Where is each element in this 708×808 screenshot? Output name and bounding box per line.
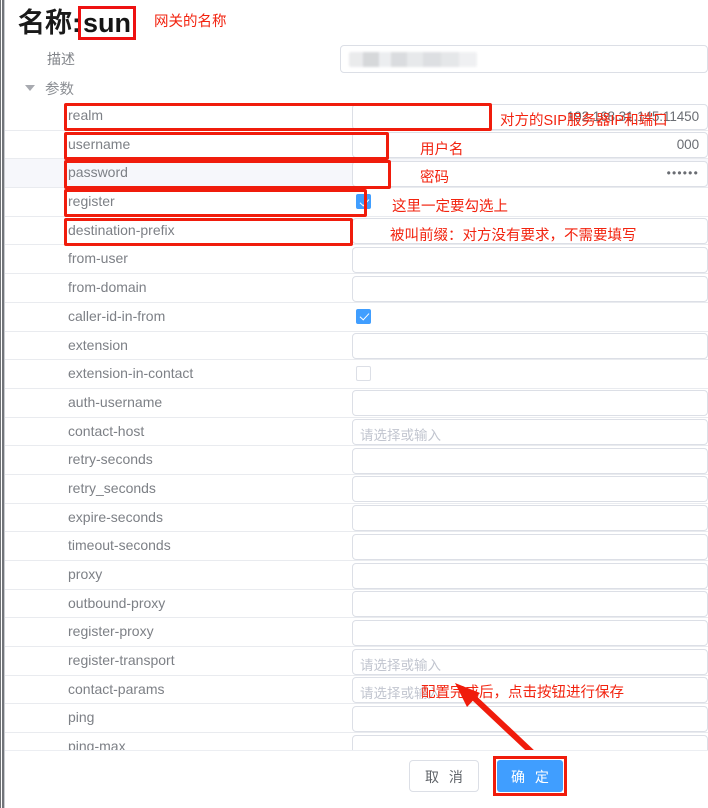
- param-label: caller-id-in-from: [68, 307, 166, 324]
- param-input[interactable]: [352, 734, 708, 750]
- annotation-text-destination-prefix: 被叫前缀：对方没有要求，不需要填写: [390, 228, 637, 244]
- param-input[interactable]: 000: [352, 132, 708, 159]
- gateway-config-dialog: 名称: sun 网关的名称 描述 参数 realm 192.168.31.145:…: [0, 0, 708, 808]
- annotation-text-password: 密码: [420, 170, 449, 186]
- param-label: expire-seconds: [68, 508, 163, 525]
- param-label: contact-host: [68, 422, 145, 439]
- param-row[interactable]: auth-username: [5, 389, 708, 418]
- param-label: outbound-proxy: [68, 594, 166, 611]
- param-label: auth-username: [68, 393, 163, 410]
- param-row[interactable]: outbound-proxy: [5, 590, 708, 619]
- param-input[interactable]: [352, 591, 708, 618]
- param-value: ••••••: [666, 165, 699, 180]
- annotation-text-realm: 对方的SIP服务器IP和端口: [500, 113, 668, 129]
- checkbox-checked[interactable]: [356, 194, 371, 210]
- cancel-button[interactable]: 取 消: [409, 760, 479, 792]
- page-title: 名称: sun 网关的名称: [18, 6, 227, 40]
- params-group-header[interactable]: 参数: [0, 76, 708, 102]
- param-label: retry_seconds: [68, 479, 156, 496]
- dialog-footer: 取 消 确 定: [5, 750, 708, 808]
- gateway-name-value: sun: [78, 6, 137, 40]
- param-label: retry-seconds: [68, 451, 153, 468]
- param-row[interactable]: register: [5, 188, 708, 217]
- param-input[interactable]: [352, 705, 708, 732]
- param-input[interactable]: ••••••: [352, 160, 708, 187]
- param-label: extension-in-contact: [68, 365, 194, 382]
- param-input[interactable]: [352, 619, 708, 646]
- param-row[interactable]: register-transport: [5, 647, 708, 676]
- redacted-description-text: [349, 52, 477, 67]
- description-row: 描述: [0, 45, 708, 75]
- parameter-list[interactable]: realm 192.168.31.145:11450 username 000 pass…: [5, 102, 708, 750]
- param-select[interactable]: [352, 648, 708, 675]
- param-label: username: [68, 135, 131, 152]
- page-title-label: 名称:: [18, 8, 81, 38]
- param-row[interactable]: register-proxy: [5, 618, 708, 648]
- gateway-name-annotation: 网关的名称: [154, 13, 227, 30]
- param-input[interactable]: [352, 476, 708, 503]
- param-input[interactable]: [352, 533, 708, 560]
- param-row[interactable]: proxy: [5, 561, 708, 590]
- param-input[interactable]: [352, 275, 708, 302]
- param-select[interactable]: [352, 419, 708, 446]
- param-label: ping-max: [68, 738, 126, 750]
- param-label: contact-params: [68, 680, 165, 697]
- annotation-text-username: 用户名: [420, 142, 464, 158]
- annotation-text-save: 配置完成后，点击按钮进行保存: [421, 685, 624, 701]
- param-row[interactable]: ping: [5, 704, 708, 734]
- param-label: proxy: [68, 566, 103, 582]
- param-row[interactable]: expire-seconds: [5, 504, 708, 533]
- param-input[interactable]: [352, 562, 708, 589]
- param-input[interactable]: [352, 333, 708, 359]
- param-row[interactable]: from-domain: [5, 274, 708, 303]
- param-label: from-user: [68, 250, 128, 267]
- chevron-down-icon[interactable]: [25, 85, 35, 91]
- param-row[interactable]: retry_seconds: [5, 475, 708, 504]
- param-value: 000: [676, 137, 699, 153]
- checkbox-unchecked[interactable]: [356, 366, 371, 382]
- param-row[interactable]: ping-max: [5, 733, 708, 750]
- param-row[interactable]: caller-id-in-from: [5, 303, 708, 332]
- param-label: register-proxy: [68, 623, 154, 640]
- param-row[interactable]: extension-in-contact: [5, 360, 708, 389]
- param-label: realm: [68, 107, 104, 123]
- annotation-text-register: 这里一定要勾选上: [392, 199, 508, 215]
- param-label: password: [68, 164, 128, 181]
- param-input[interactable]: [352, 505, 708, 532]
- param-input[interactable]: [352, 390, 708, 417]
- param-label: ping: [68, 709, 95, 726]
- param-row[interactable]: retry-seconds: [5, 446, 708, 475]
- param-label: timeout-seconds: [68, 537, 171, 554]
- param-row[interactable]: from-user: [5, 245, 708, 275]
- param-row[interactable]: extension: [5, 332, 708, 361]
- confirm-button[interactable]: 确 定: [497, 760, 563, 792]
- description-label: 描述: [47, 51, 75, 67]
- param-input[interactable]: [352, 447, 708, 474]
- checkbox-checked[interactable]: [356, 308, 371, 324]
- param-label: extension: [68, 336, 128, 353]
- param-row[interactable]: timeout-seconds: [5, 532, 708, 561]
- param-label: from-domain: [68, 279, 147, 296]
- params-group-label: 参数: [45, 82, 74, 98]
- param-label: register-transport: [68, 652, 175, 669]
- param-label: register: [68, 193, 115, 210]
- param-row[interactable]: password ••••••: [5, 159, 708, 189]
- param-row[interactable]: contact-host: [5, 418, 708, 447]
- param-row[interactable]: username 000: [5, 131, 708, 160]
- param-input[interactable]: [352, 246, 708, 273]
- param-label: destination-prefix: [68, 221, 175, 238]
- description-input[interactable]: [340, 45, 708, 73]
- window-left-edge-bar: [2, 0, 4, 808]
